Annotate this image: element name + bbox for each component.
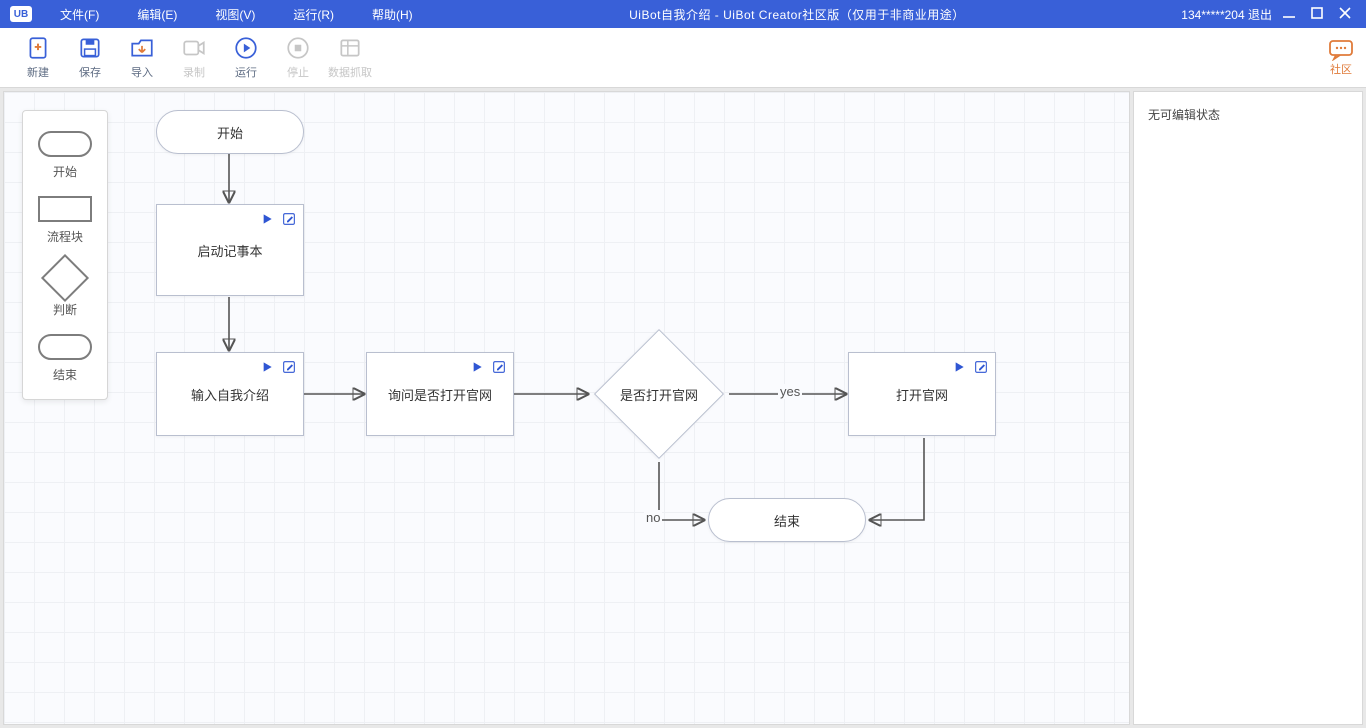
node-palette: 开始 流程块 判断 结束 xyxy=(22,110,108,400)
node-block1[interactable]: 启动记事本 xyxy=(156,204,304,296)
app-logo: UB xyxy=(10,6,32,22)
start-shape-icon xyxy=(38,131,92,157)
toolbar-import[interactable]: 导入 xyxy=(116,35,168,80)
record-icon xyxy=(181,35,207,61)
node-block3-label: 询问是否打开官网 xyxy=(388,385,492,404)
palette-block[interactable]: 流程块 xyxy=(23,186,107,251)
node-block2-label: 输入自我介绍 xyxy=(191,385,269,404)
edge-label-yes: yes xyxy=(778,384,802,399)
toolbar-datacapture: 数据抓取 xyxy=(324,35,376,80)
data-capture-icon xyxy=(337,35,363,61)
palette-start[interactable]: 开始 xyxy=(23,121,107,186)
edit-icon[interactable] xyxy=(973,359,989,375)
palette-end[interactable]: 结束 xyxy=(23,324,107,389)
menu-run[interactable]: 运行(R) xyxy=(293,6,334,23)
node-start-label: 开始 xyxy=(217,123,243,142)
toolbar-stop-label: 停止 xyxy=(287,64,309,80)
menu-bar: 文件(F) 编辑(E) 视图(V) 运行(R) 帮助(H) xyxy=(60,6,413,23)
node-end-label: 结束 xyxy=(774,511,800,530)
end-shape-icon xyxy=(38,334,92,360)
edit-icon[interactable] xyxy=(491,359,507,375)
palette-decision-label: 判断 xyxy=(53,301,77,318)
toolbar-record-label: 录制 xyxy=(183,64,205,80)
edit-icon[interactable] xyxy=(281,211,297,227)
toolbar-save-label: 保存 xyxy=(79,64,101,80)
decision-shape-icon xyxy=(41,254,89,302)
node-start[interactable]: 开始 xyxy=(156,110,304,154)
node-block4[interactable]: 打开官网 xyxy=(848,352,996,436)
toolbar-run-label: 运行 xyxy=(235,64,257,80)
window-title: UiBot自我介绍 - UiBot Creator社区版（仅用于非商业用途） xyxy=(413,6,1182,23)
play-mini-icon[interactable] xyxy=(951,359,967,375)
play-mini-icon[interactable] xyxy=(259,211,275,227)
palette-start-label: 开始 xyxy=(53,163,77,180)
palette-end-label: 结束 xyxy=(53,366,77,383)
menu-view[interactable]: 视图(V) xyxy=(215,6,255,23)
toolbar-community[interactable]: 社区 xyxy=(1328,39,1354,77)
window-maximize-icon[interactable] xyxy=(1310,6,1324,23)
stop-icon xyxy=(285,35,311,61)
properties-panel: 无可编辑状态 xyxy=(1133,91,1363,725)
node-block3[interactable]: 询问是否打开官网 xyxy=(366,352,514,436)
palette-block-label: 流程块 xyxy=(47,228,83,245)
toolbar: 新建 保存 导入 录制 运行 停止 数据抓取 社区 xyxy=(0,28,1366,88)
node-block4-label: 打开官网 xyxy=(896,385,948,404)
edge-label-no: no xyxy=(644,510,662,525)
chat-icon xyxy=(1328,39,1354,61)
title-bar: UB 文件(F) 编辑(E) 视图(V) 运行(R) 帮助(H) UiBot自我… xyxy=(0,0,1366,28)
menu-edit[interactable]: 编辑(E) xyxy=(137,6,177,23)
toolbar-save[interactable]: 保存 xyxy=(64,35,116,80)
menu-file[interactable]: 文件(F) xyxy=(60,6,99,23)
play-mini-icon[interactable] xyxy=(259,359,275,375)
node-decision-label: 是否打开官网 xyxy=(620,385,698,404)
toolbar-datacapture-label: 数据抓取 xyxy=(328,64,372,80)
import-icon xyxy=(129,35,155,61)
node-block2[interactable]: 输入自我介绍 xyxy=(156,352,304,436)
window-minimize-icon[interactable] xyxy=(1282,6,1296,23)
toolbar-run[interactable]: 运行 xyxy=(220,35,272,80)
toolbar-new-label: 新建 xyxy=(27,64,49,80)
window-close-icon[interactable] xyxy=(1338,6,1352,23)
toolbar-new[interactable]: 新建 xyxy=(12,35,64,80)
file-plus-icon xyxy=(25,35,51,61)
properties-status: 无可编辑状态 xyxy=(1148,108,1220,122)
save-icon xyxy=(77,35,103,61)
play-icon xyxy=(233,35,259,61)
node-end[interactable]: 结束 xyxy=(708,498,866,542)
toolbar-record: 录制 xyxy=(168,35,220,80)
toolbar-community-label: 社区 xyxy=(1330,61,1352,77)
node-block1-label: 启动记事本 xyxy=(197,241,262,260)
menu-help[interactable]: 帮助(H) xyxy=(372,6,413,23)
edit-icon[interactable] xyxy=(281,359,297,375)
palette-decision[interactable]: 判断 xyxy=(23,251,107,324)
user-info[interactable]: 134*****204 退出 xyxy=(1181,6,1272,23)
toolbar-import-label: 导入 xyxy=(131,64,153,80)
block-shape-icon xyxy=(38,196,92,222)
flow-canvas[interactable]: 开始 流程块 判断 结束 xyxy=(3,91,1130,725)
node-decision[interactable]: 是否打开官网 xyxy=(599,334,719,454)
toolbar-stop: 停止 xyxy=(272,35,324,80)
play-mini-icon[interactable] xyxy=(469,359,485,375)
